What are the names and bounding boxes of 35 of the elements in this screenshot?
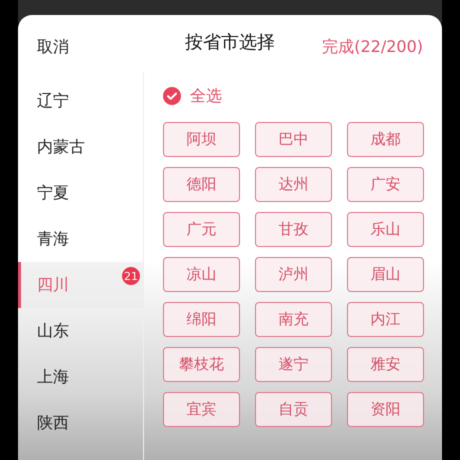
city-tile[interactable]: 巴中 <box>255 122 332 157</box>
city-tile[interactable]: 凉山 <box>163 257 240 292</box>
city-tile[interactable]: 雅安 <box>347 347 424 382</box>
province-item[interactable]: 内蒙古 <box>18 124 143 170</box>
select-all-checkbox[interactable]: 全选 <box>163 83 222 109</box>
city-tile[interactable]: 乐山 <box>347 212 424 247</box>
province-item[interactable]: 青海 <box>18 216 143 262</box>
city-tile[interactable]: 南充 <box>255 302 332 337</box>
city-tile[interactable]: 阿坝 <box>163 122 240 157</box>
city-tile[interactable]: 泸州 <box>255 257 332 292</box>
city-tile[interactable]: 攀枝花 <box>163 347 240 382</box>
cancel-button[interactable]: 取消 <box>37 37 69 58</box>
province-item[interactable]: 宁夏 <box>18 170 143 216</box>
city-tile[interactable]: 绵阳 <box>163 302 240 337</box>
city-tile[interactable]: 遂宁 <box>255 347 332 382</box>
province-item[interactable]: 辽宁 <box>18 78 143 124</box>
province-item[interactable]: 上海 <box>18 354 143 400</box>
city-tile[interactable]: 资阳 <box>347 392 424 427</box>
province-label: 四川 <box>37 274 69 296</box>
city-tile[interactable]: 德阳 <box>163 167 240 202</box>
count-badge: 21 <box>122 267 140 285</box>
city-tile[interactable]: 内江 <box>347 302 424 337</box>
city-tile[interactable]: 成都 <box>347 122 424 157</box>
province-item[interactable]: 陕西 <box>18 400 143 446</box>
city-tile[interactable]: 甘孜 <box>255 212 332 247</box>
city-tile[interactable]: 广安 <box>347 167 424 202</box>
city-tile[interactable]: 广元 <box>163 212 240 247</box>
province-item[interactable]: 四川 21 <box>18 262 143 308</box>
done-button[interactable]: 完成(22/200) <box>322 37 423 58</box>
city-tile[interactable]: 宜宾 <box>163 392 240 427</box>
province-item[interactable]: 山东 <box>18 308 143 354</box>
sheet-title: 按省市选择 <box>185 32 275 53</box>
city-tile[interactable]: 自贡 <box>255 392 332 427</box>
city-tile[interactable]: 达州 <box>255 167 332 202</box>
city-tile[interactable]: 眉山 <box>347 257 424 292</box>
